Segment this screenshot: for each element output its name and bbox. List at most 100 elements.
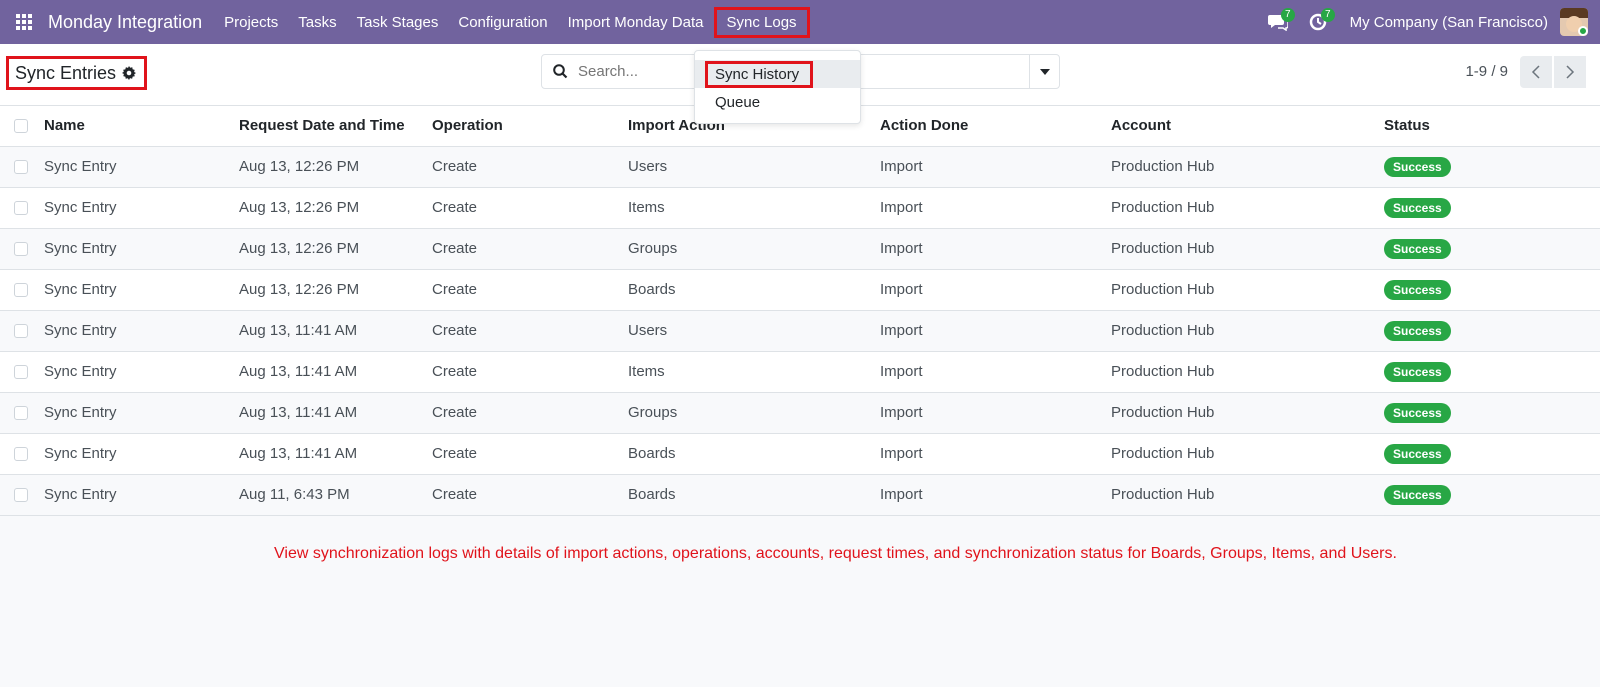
- column-header-name[interactable]: Name: [44, 106, 239, 147]
- table-row[interactable]: Sync Entry Aug 11, 6:43 PM Create Boards Imp…: [0, 474, 1600, 516]
- cell-request-date: Aug 13, 11:41 AM: [239, 433, 432, 475]
- cell-name: Sync Entry: [44, 228, 239, 270]
- sync-logs-dropdown: Sync History Queue: [694, 50, 861, 124]
- table-row[interactable]: Sync Entry Aug 13, 11:41 AM Create Boards Im…: [0, 433, 1600, 475]
- menu-sync-logs[interactable]: Sync Logs: [713, 0, 820, 44]
- messages-icon[interactable]: 7: [1258, 0, 1298, 44]
- row-checkbox[interactable]: [14, 242, 28, 257]
- cell-name: Sync Entry: [44, 310, 239, 352]
- cell-account: Production Hub: [1111, 351, 1384, 393]
- cell-import-action: Boards: [628, 269, 880, 311]
- cell-account: Production Hub: [1111, 228, 1384, 270]
- cell-name: Sync Entry: [44, 146, 239, 188]
- row-checkbox[interactable]: [14, 406, 28, 421]
- column-header-action-done[interactable]: Action Done: [880, 106, 1111, 147]
- company-switcher[interactable]: My Company (San Francisco): [1350, 14, 1548, 31]
- cell-import-action: Boards: [628, 474, 880, 516]
- activities-count-badge: 7: [1321, 8, 1335, 22]
- cell-account: Production Hub: [1111, 392, 1384, 434]
- table-row[interactable]: Sync Entry Aug 13, 11:41 AM Create Items Imp…: [0, 351, 1600, 393]
- status-badge: Success: [1384, 197, 1451, 218]
- cell-action-done: Import: [880, 392, 1111, 434]
- cell-operation: Create: [432, 269, 628, 311]
- table-row[interactable]: Sync Entry Aug 13, 11:41 AM Create Groups Im…: [0, 392, 1600, 434]
- cell-operation: Create: [432, 146, 628, 188]
- cell-import-action: Groups: [628, 392, 880, 434]
- cell-request-date: Aug 11, 6:43 PM: [239, 474, 432, 516]
- pager-previous-button[interactable]: [1520, 55, 1552, 88]
- menu-tasks[interactable]: Tasks: [288, 0, 346, 44]
- cell-request-date: Aug 13, 12:26 PM: [239, 187, 432, 229]
- row-checkbox[interactable]: [14, 447, 28, 462]
- row-checkbox[interactable]: [14, 160, 28, 175]
- row-checkbox[interactable]: [14, 283, 28, 298]
- pager: 1-9 / 9: [1465, 54, 1586, 89]
- row-checkbox[interactable]: [14, 201, 28, 216]
- cell-import-action: Users: [628, 146, 880, 188]
- table-row[interactable]: Sync Entry Aug 13, 11:41 AM Create Users Imp…: [0, 310, 1600, 352]
- apps-menu-icon[interactable]: [0, 0, 48, 44]
- cell-operation: Create: [432, 310, 628, 352]
- table-row[interactable]: Sync Entry Aug 13, 12:26 PM Create Groups Im…: [0, 228, 1600, 270]
- row-checkbox[interactable]: [14, 365, 28, 380]
- status-badge: Success: [1384, 156, 1451, 177]
- column-header-status[interactable]: Status: [1384, 106, 1600, 147]
- cell-operation: Create: [432, 474, 628, 516]
- cell-name: Sync Entry: [44, 392, 239, 434]
- cell-import-action: Boards: [628, 433, 880, 475]
- search-options-toggle[interactable]: [1029, 55, 1059, 88]
- status-badge: Success: [1384, 320, 1451, 341]
- row-checkbox[interactable]: [14, 324, 28, 339]
- messages-count-badge: 7: [1281, 8, 1295, 22]
- cell-account: Production Hub: [1111, 269, 1384, 311]
- pager-next-button[interactable]: [1554, 55, 1586, 88]
- activities-clock-icon[interactable]: 7: [1298, 0, 1338, 44]
- cell-request-date: Aug 13, 11:41 AM: [239, 351, 432, 393]
- gear-icon[interactable]: [122, 66, 137, 80]
- cell-action-done: Import: [880, 310, 1111, 352]
- page-title: Sync Entries: [15, 62, 117, 83]
- cell-operation: Create: [432, 228, 628, 270]
- table-row[interactable]: Sync Entry Aug 13, 12:26 PM Create Users Imp…: [0, 146, 1600, 188]
- cell-name: Sync Entry: [44, 433, 239, 475]
- cell-import-action: Groups: [628, 228, 880, 270]
- cell-action-done: Import: [880, 433, 1111, 475]
- status-badge: Success: [1384, 238, 1451, 259]
- cell-action-done: Import: [880, 269, 1111, 311]
- top-navbar: Monday Integration Projects Tasks Task S…: [0, 0, 1600, 44]
- status-badge: Success: [1384, 402, 1451, 423]
- cell-account: Production Hub: [1111, 187, 1384, 229]
- dropdown-item-sync-history-label: Sync History: [705, 60, 814, 88]
- pager-value[interactable]: 1-9 / 9: [1465, 63, 1508, 80]
- cell-account: Production Hub: [1111, 310, 1384, 352]
- table-row[interactable]: Sync Entry Aug 13, 12:26 PM Create Boards Im…: [0, 269, 1600, 311]
- row-checkbox[interactable]: [14, 488, 28, 503]
- cell-action-done: Import: [880, 351, 1111, 393]
- menu-import-monday-data[interactable]: Import Monday Data: [558, 0, 714, 44]
- status-badge: Success: [1384, 484, 1451, 505]
- cell-request-date: Aug 13, 11:41 AM: [239, 310, 432, 352]
- status-badge: Success: [1384, 279, 1451, 300]
- cell-request-date: Aug 13, 11:41 AM: [239, 392, 432, 434]
- caption-text: View synchronization logs with details o…: [274, 545, 1397, 562]
- app-brand[interactable]: Monday Integration: [48, 12, 202, 33]
- dropdown-item-queue[interactable]: Queue: [695, 88, 860, 116]
- cell-operation: Create: [432, 351, 628, 393]
- cell-import-action: Items: [628, 351, 880, 393]
- dropdown-item-sync-history[interactable]: Sync History: [695, 60, 860, 88]
- cell-operation: Create: [432, 187, 628, 229]
- cell-request-date: Aug 13, 12:26 PM: [239, 146, 432, 188]
- menu-task-stages[interactable]: Task Stages: [347, 0, 449, 44]
- sync-entries-table: Name Request Date and Time Operation Imp…: [0, 106, 1600, 516]
- select-all-checkbox[interactable]: [14, 119, 28, 134]
- menu-configuration[interactable]: Configuration: [448, 0, 557, 44]
- column-header-operation[interactable]: Operation: [432, 106, 628, 147]
- cell-name: Sync Entry: [44, 187, 239, 229]
- breadcrumb: Sync Entries: [6, 56, 148, 90]
- menu-projects[interactable]: Projects: [214, 0, 288, 44]
- user-avatar[interactable]: [1560, 8, 1588, 36]
- column-header-request-date[interactable]: Request Date and Time: [239, 106, 432, 147]
- column-header-account[interactable]: Account: [1111, 106, 1384, 147]
- cell-action-done: Import: [880, 228, 1111, 270]
- table-row[interactable]: Sync Entry Aug 13, 12:26 PM Create Items Imp…: [0, 187, 1600, 229]
